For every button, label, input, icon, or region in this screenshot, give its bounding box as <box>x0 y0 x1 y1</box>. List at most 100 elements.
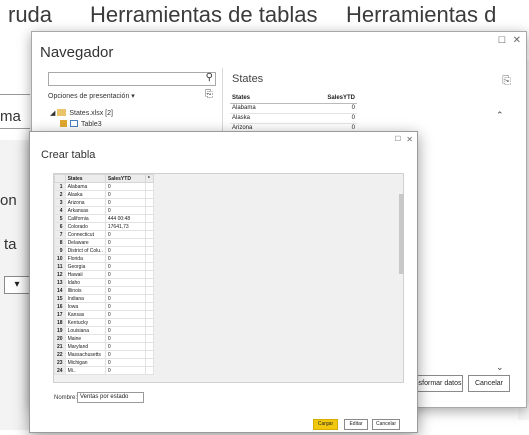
refresh-icon[interactable]: ⎘ <box>205 89 213 100</box>
state-cell[interactable]: Hawaii <box>64 270 106 279</box>
close-icon[interactable]: ✕ <box>406 135 413 144</box>
tree-item-file[interactable]: ◢ States.xlsx [2] <box>50 109 113 117</box>
sales-cell[interactable]: 0 <box>104 326 146 335</box>
empty-cell[interactable] <box>144 262 154 271</box>
empty-cell[interactable] <box>144 294 154 303</box>
state-cell[interactable]: Alabama <box>64 182 106 191</box>
state-cell[interactable]: Massachusetts <box>64 350 106 359</box>
state-cell[interactable]: Iowa <box>64 302 106 311</box>
sales-cell[interactable]: 0 <box>104 190 146 199</box>
sales-cell[interactable]: 0 <box>104 230 146 239</box>
state-cell[interactable]: Georgia <box>64 262 106 271</box>
sales-cell[interactable]: 0 <box>104 318 146 327</box>
close-icon[interactable]: ✕ <box>513 35 521 46</box>
empty-cell[interactable] <box>144 358 154 367</box>
empty-cell[interactable] <box>144 342 154 351</box>
empty-cell[interactable] <box>144 246 154 255</box>
sales-cell[interactable]: 0 <box>104 278 146 287</box>
empty-cell[interactable] <box>144 198 154 207</box>
preview-scrollbar[interactable] <box>494 112 502 370</box>
empty-cell[interactable] <box>144 286 154 295</box>
sales-cell[interactable]: 0 <box>104 302 146 311</box>
sales-cell[interactable]: 0 <box>104 366 146 375</box>
sales-cell[interactable]: 0 <box>104 286 146 295</box>
display-options-dropdown[interactable]: Opciones de presentación ▾ <box>48 92 135 100</box>
state-cell[interactable]: District of Colu.. <box>64 246 106 255</box>
sales-cell[interactable]: 0 <box>104 334 146 343</box>
empty-cell[interactable] <box>144 214 154 223</box>
search-icon[interactable]: ⚲ <box>206 72 213 83</box>
load-button[interactable]: Cargar <box>313 419 338 430</box>
empty-cell[interactable] <box>144 270 154 279</box>
maximize-icon[interactable]: ☐ <box>498 35 506 46</box>
state-cell[interactable]: Maine <box>64 334 106 343</box>
empty-cell[interactable] <box>144 334 154 343</box>
empty-cell[interactable] <box>144 238 154 247</box>
export-icon[interactable]: ⎘ <box>502 75 511 88</box>
cancel-button[interactable]: Cancelar <box>372 419 400 430</box>
sales-cell[interactable]: 0 <box>104 358 146 367</box>
preview-title: States <box>232 73 264 85</box>
sales-cell[interactable]: 444 00:48 <box>104 214 146 223</box>
sales-cell[interactable]: 0 <box>104 262 146 271</box>
grid-col-header[interactable]: SalesYTD <box>104 174 146 183</box>
state-cell[interactable]: Alaska <box>64 190 106 199</box>
state-cell[interactable]: Connecticut <box>64 230 106 239</box>
state-cell[interactable]: Delaware <box>64 238 106 247</box>
empty-cell[interactable] <box>144 278 154 287</box>
scrollbar-thumb[interactable] <box>399 194 404 274</box>
chevron-down-icon[interactable]: ⌄ <box>496 362 504 373</box>
empty-cell[interactable] <box>144 310 154 319</box>
empty-cell[interactable] <box>144 222 154 231</box>
state-cell[interactable]: Mi.. <box>64 366 106 375</box>
sales-cell[interactable]: 0 <box>104 350 146 359</box>
sales-cell[interactable]: 0 <box>104 294 146 303</box>
empty-cell[interactable] <box>144 254 154 263</box>
state-cell[interactable]: Idaho <box>64 278 106 287</box>
table-row: Alaska 0 <box>230 113 357 124</box>
sales-cell[interactable]: 0 <box>104 238 146 247</box>
empty-cell[interactable] <box>144 318 154 327</box>
sales-cell[interactable]: 0 <box>104 342 146 351</box>
state-cell[interactable]: Louisiana <box>64 326 106 335</box>
sales-cell[interactable]: 0 <box>104 246 146 255</box>
sales-cell[interactable]: 0 <box>104 310 146 319</box>
search-input[interactable]: ⚲ <box>48 72 216 86</box>
sales-cell[interactable]: 0 <box>104 198 146 207</box>
empty-cell[interactable] <box>144 206 154 215</box>
state-cell[interactable]: Maryland <box>64 342 106 351</box>
collapse-arrow-icon[interactable]: ◢ <box>50 110 55 117</box>
state-cell[interactable]: Colorado <box>64 222 106 231</box>
edit-button[interactable]: Editar <box>344 419 368 430</box>
empty-cell[interactable] <box>144 230 154 239</box>
state-cell[interactable]: Kentucky <box>64 318 106 327</box>
state-cell[interactable]: Arizona <box>64 198 106 207</box>
empty-cell[interactable] <box>144 326 154 335</box>
empty-cell[interactable] <box>144 190 154 199</box>
grid-col-header[interactable]: States <box>64 174 106 183</box>
state-cell[interactable]: California <box>64 214 106 223</box>
empty-cell[interactable] <box>144 366 154 375</box>
sales-cell[interactable]: 0 <box>104 182 146 191</box>
state-cell[interactable]: Michigan <box>64 358 106 367</box>
sales-cell[interactable]: 0 <box>104 206 146 215</box>
state-cell[interactable]: Illinois <box>64 286 106 295</box>
add-column-header[interactable]: * <box>144 174 154 183</box>
state-cell[interactable]: Florida <box>64 254 106 263</box>
table-name-input[interactable]: Ventas por estado <box>77 392 144 403</box>
empty-cell[interactable] <box>144 350 154 359</box>
maximize-icon[interactable]: ☐ <box>395 135 401 143</box>
sales-cell[interactable]: 17641,73 <box>104 222 146 231</box>
state-cell[interactable]: Indiana <box>64 294 106 303</box>
sales-cell[interactable]: 0 <box>104 254 146 263</box>
chevron-up-icon[interactable]: ⌃ <box>496 110 504 121</box>
cancel-button[interactable]: Cancelar <box>468 375 510 392</box>
checkbox-checked-icon[interactable] <box>60 120 67 127</box>
state-cell[interactable]: Kansas <box>64 310 106 319</box>
empty-cell[interactable] <box>144 302 154 311</box>
empty-cell[interactable] <box>144 182 154 191</box>
sales-cell[interactable]: 0 <box>104 270 146 279</box>
tree-item-table[interactable]: Table3 <box>60 120 102 128</box>
state-cell[interactable]: Arkansas <box>64 206 106 215</box>
background-dropdown[interactable]: ▾ <box>4 276 30 294</box>
